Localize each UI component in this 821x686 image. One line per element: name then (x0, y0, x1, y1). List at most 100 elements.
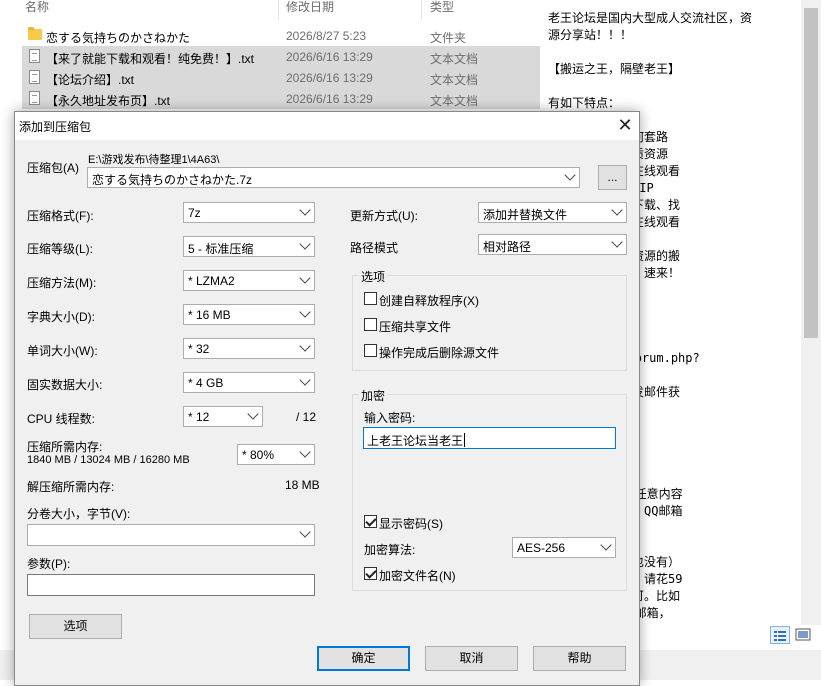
path-mode-value: 相对路径 (483, 240, 532, 254)
view-switcher (768, 626, 821, 646)
cancel-button[interactable]: 取消 (425, 646, 518, 671)
volume-size-label: 分卷大小，字节(V): (27, 507, 131, 521)
chevron-down-icon (600, 539, 612, 551)
method-select[interactable]: * LZMA2 (183, 270, 315, 291)
add-to-archive-dialog: 添加到压缩包 ✕ 压缩包(A) E:\游戏发布\待整理1\4A63\ 恋する気持… (14, 111, 640, 686)
solid-block-select[interactable]: * 4 GB (183, 372, 315, 393)
memory-usage-select[interactable]: * 80% (237, 444, 315, 465)
format-value: 7z (188, 206, 201, 220)
sfx-checkbox[interactable] (364, 292, 377, 305)
archive-name-value: 恋する気持ちのかさねかた.7z (92, 173, 253, 187)
dialog-title: 添加到压缩包 (19, 120, 92, 134)
delete-after-label[interactable]: 操作完成后删除源文件 (379, 344, 499, 361)
sfx-label[interactable]: 创建自释放程序(X) (379, 292, 479, 309)
shared-files-checkbox[interactable] (364, 318, 377, 331)
chevron-down-icon (611, 236, 623, 248)
level-label: 压缩等级(L): (27, 242, 94, 256)
text-line: 【搬运之王，隔壁老王】 (548, 62, 681, 76)
file-row[interactable]: 【永久地址发布页】.txt 2026/6/16 13:29 文本文档 (22, 88, 540, 109)
file-type: 文本文档 (430, 73, 479, 87)
dialog-titlebar[interactable]: 添加到压缩包 ✕ (15, 112, 639, 140)
level-select[interactable]: 5 - 标准压缩 (183, 236, 315, 257)
cpu-threads-select[interactable]: * 12 (183, 406, 263, 427)
encryption-group-title: 加密 (359, 387, 388, 404)
text-file-icon (29, 91, 40, 105)
memory-detail: 1840 MB / 13024 MB / 16280 MB (27, 454, 190, 466)
show-password-label[interactable]: 显示密码(S) (379, 515, 443, 532)
archive-name-combo[interactable]: 恋する気持ちのかさねかた.7z (87, 167, 580, 188)
chevron-down-icon (299, 340, 311, 352)
cpu-threads-max: / 12 (296, 410, 317, 424)
update-mode-value: 添加并替换文件 (483, 208, 568, 222)
file-date: 2026/6/16 13:29 (286, 50, 373, 64)
dictionary-value: * 16 MB (188, 308, 231, 322)
encrypt-names-label[interactable]: 加密文件名(N) (379, 567, 456, 584)
chevron-down-icon (299, 526, 311, 538)
column-header-name[interactable]: 名称 (25, 0, 49, 15)
folder-icon (28, 27, 42, 40)
show-password-checkbox[interactable] (364, 515, 377, 528)
chevron-down-icon (564, 169, 576, 181)
column-header-type[interactable]: 类型 (430, 0, 454, 15)
encrypt-names-checkbox[interactable] (364, 567, 377, 580)
text-line: 有如下特点： (548, 96, 621, 110)
options-button[interactable]: 选项 (29, 614, 122, 639)
details-view-icon[interactable] (770, 626, 790, 644)
path-mode-select[interactable]: 相对路径 (478, 234, 627, 255)
password-text: 上老王论坛当老王 (367, 434, 464, 448)
memory-usage-value: * 80% (242, 448, 275, 462)
word-size-select[interactable]: * 32 (183, 338, 315, 359)
password-label: 输入密码: (364, 411, 416, 425)
delete-after-checkbox[interactable] (364, 344, 377, 357)
parameters-label: 参数(P): (27, 557, 71, 571)
parameters-input[interactable] (27, 574, 315, 596)
dictionary-label: 字典大小(D): (27, 310, 95, 324)
chevron-down-icon (299, 446, 311, 458)
cpu-threads-value: * 12 (188, 410, 210, 424)
text-line: 老王论坛是国内大型成人交流社区，资 (548, 11, 753, 25)
preview-view-icon[interactable] (793, 626, 813, 644)
archive-label: 压缩包(A) (27, 161, 79, 175)
encryption-method-select[interactable]: AES-256 (512, 537, 616, 558)
chevron-down-icon (299, 306, 311, 318)
method-label: 压缩方法(M): (27, 276, 97, 290)
file-name: 恋する気持ちのかさねかた (46, 31, 191, 45)
update-mode-select[interactable]: 添加并替换文件 (478, 202, 627, 223)
solid-block-label: 固实数据大小: (27, 378, 103, 392)
password-input[interactable]: 上老王论坛当老王 (363, 427, 616, 449)
file-row[interactable]: 恋する気持ちのかさねかた 2026/8/27 5:23 文件夹 (22, 25, 540, 46)
text-file-icon (29, 70, 40, 84)
chevron-down-icon (611, 204, 623, 216)
text-line: 源分享站！！！ (548, 28, 633, 42)
cpu-threads-label: CPU 线程数: (27, 412, 96, 426)
chevron-down-icon (299, 204, 311, 216)
file-date: 2026/8/27 5:23 (286, 29, 367, 43)
format-select[interactable]: 7z (183, 202, 315, 223)
volume-size-combo[interactable] (27, 524, 315, 546)
file-row[interactable]: 【论坛介绍】.txt 2026/6/16 13:29 文本文档 (22, 67, 540, 88)
close-icon[interactable]: ✕ (613, 114, 637, 138)
column-header-date[interactable]: 修改日期 (286, 0, 334, 15)
decompress-memory-label: 解压缩所需内存: (27, 480, 115, 494)
file-type: 文件夹 (430, 31, 467, 45)
file-name: 【论坛介绍】.txt (46, 73, 135, 87)
memory-label: 压缩所需内存: (27, 440, 103, 454)
archive-path: E:\游戏发布\待整理1\4A63\ (88, 154, 220, 166)
help-button[interactable]: 帮助 (533, 646, 626, 671)
options-group-title: 选项 (359, 268, 388, 285)
ok-button[interactable]: 确定 (317, 646, 410, 671)
chevron-down-icon (247, 408, 259, 420)
column-divider (421, 0, 422, 20)
file-row[interactable]: 【来了就能下载和观看！纯免费！】.txt 2026/6/16 13:29 文本文… (22, 46, 540, 67)
shared-files-label[interactable]: 压缩共享文件 (379, 318, 451, 335)
level-value: 5 - 标准压缩 (188, 242, 254, 256)
file-name: 【永久地址发布页】.txt (46, 94, 171, 108)
scrollbar-thumb[interactable] (804, 8, 818, 338)
password-value: 上老王论坛当老王 (367, 432, 466, 449)
browse-button[interactable]: ... (598, 165, 627, 190)
solid-block-value: * 4 GB (188, 376, 224, 390)
encryption-method-label: 加密算法: (364, 543, 416, 557)
dictionary-select[interactable]: * 16 MB (183, 304, 315, 325)
text-caret (464, 433, 466, 447)
text-file-icon (29, 49, 40, 63)
